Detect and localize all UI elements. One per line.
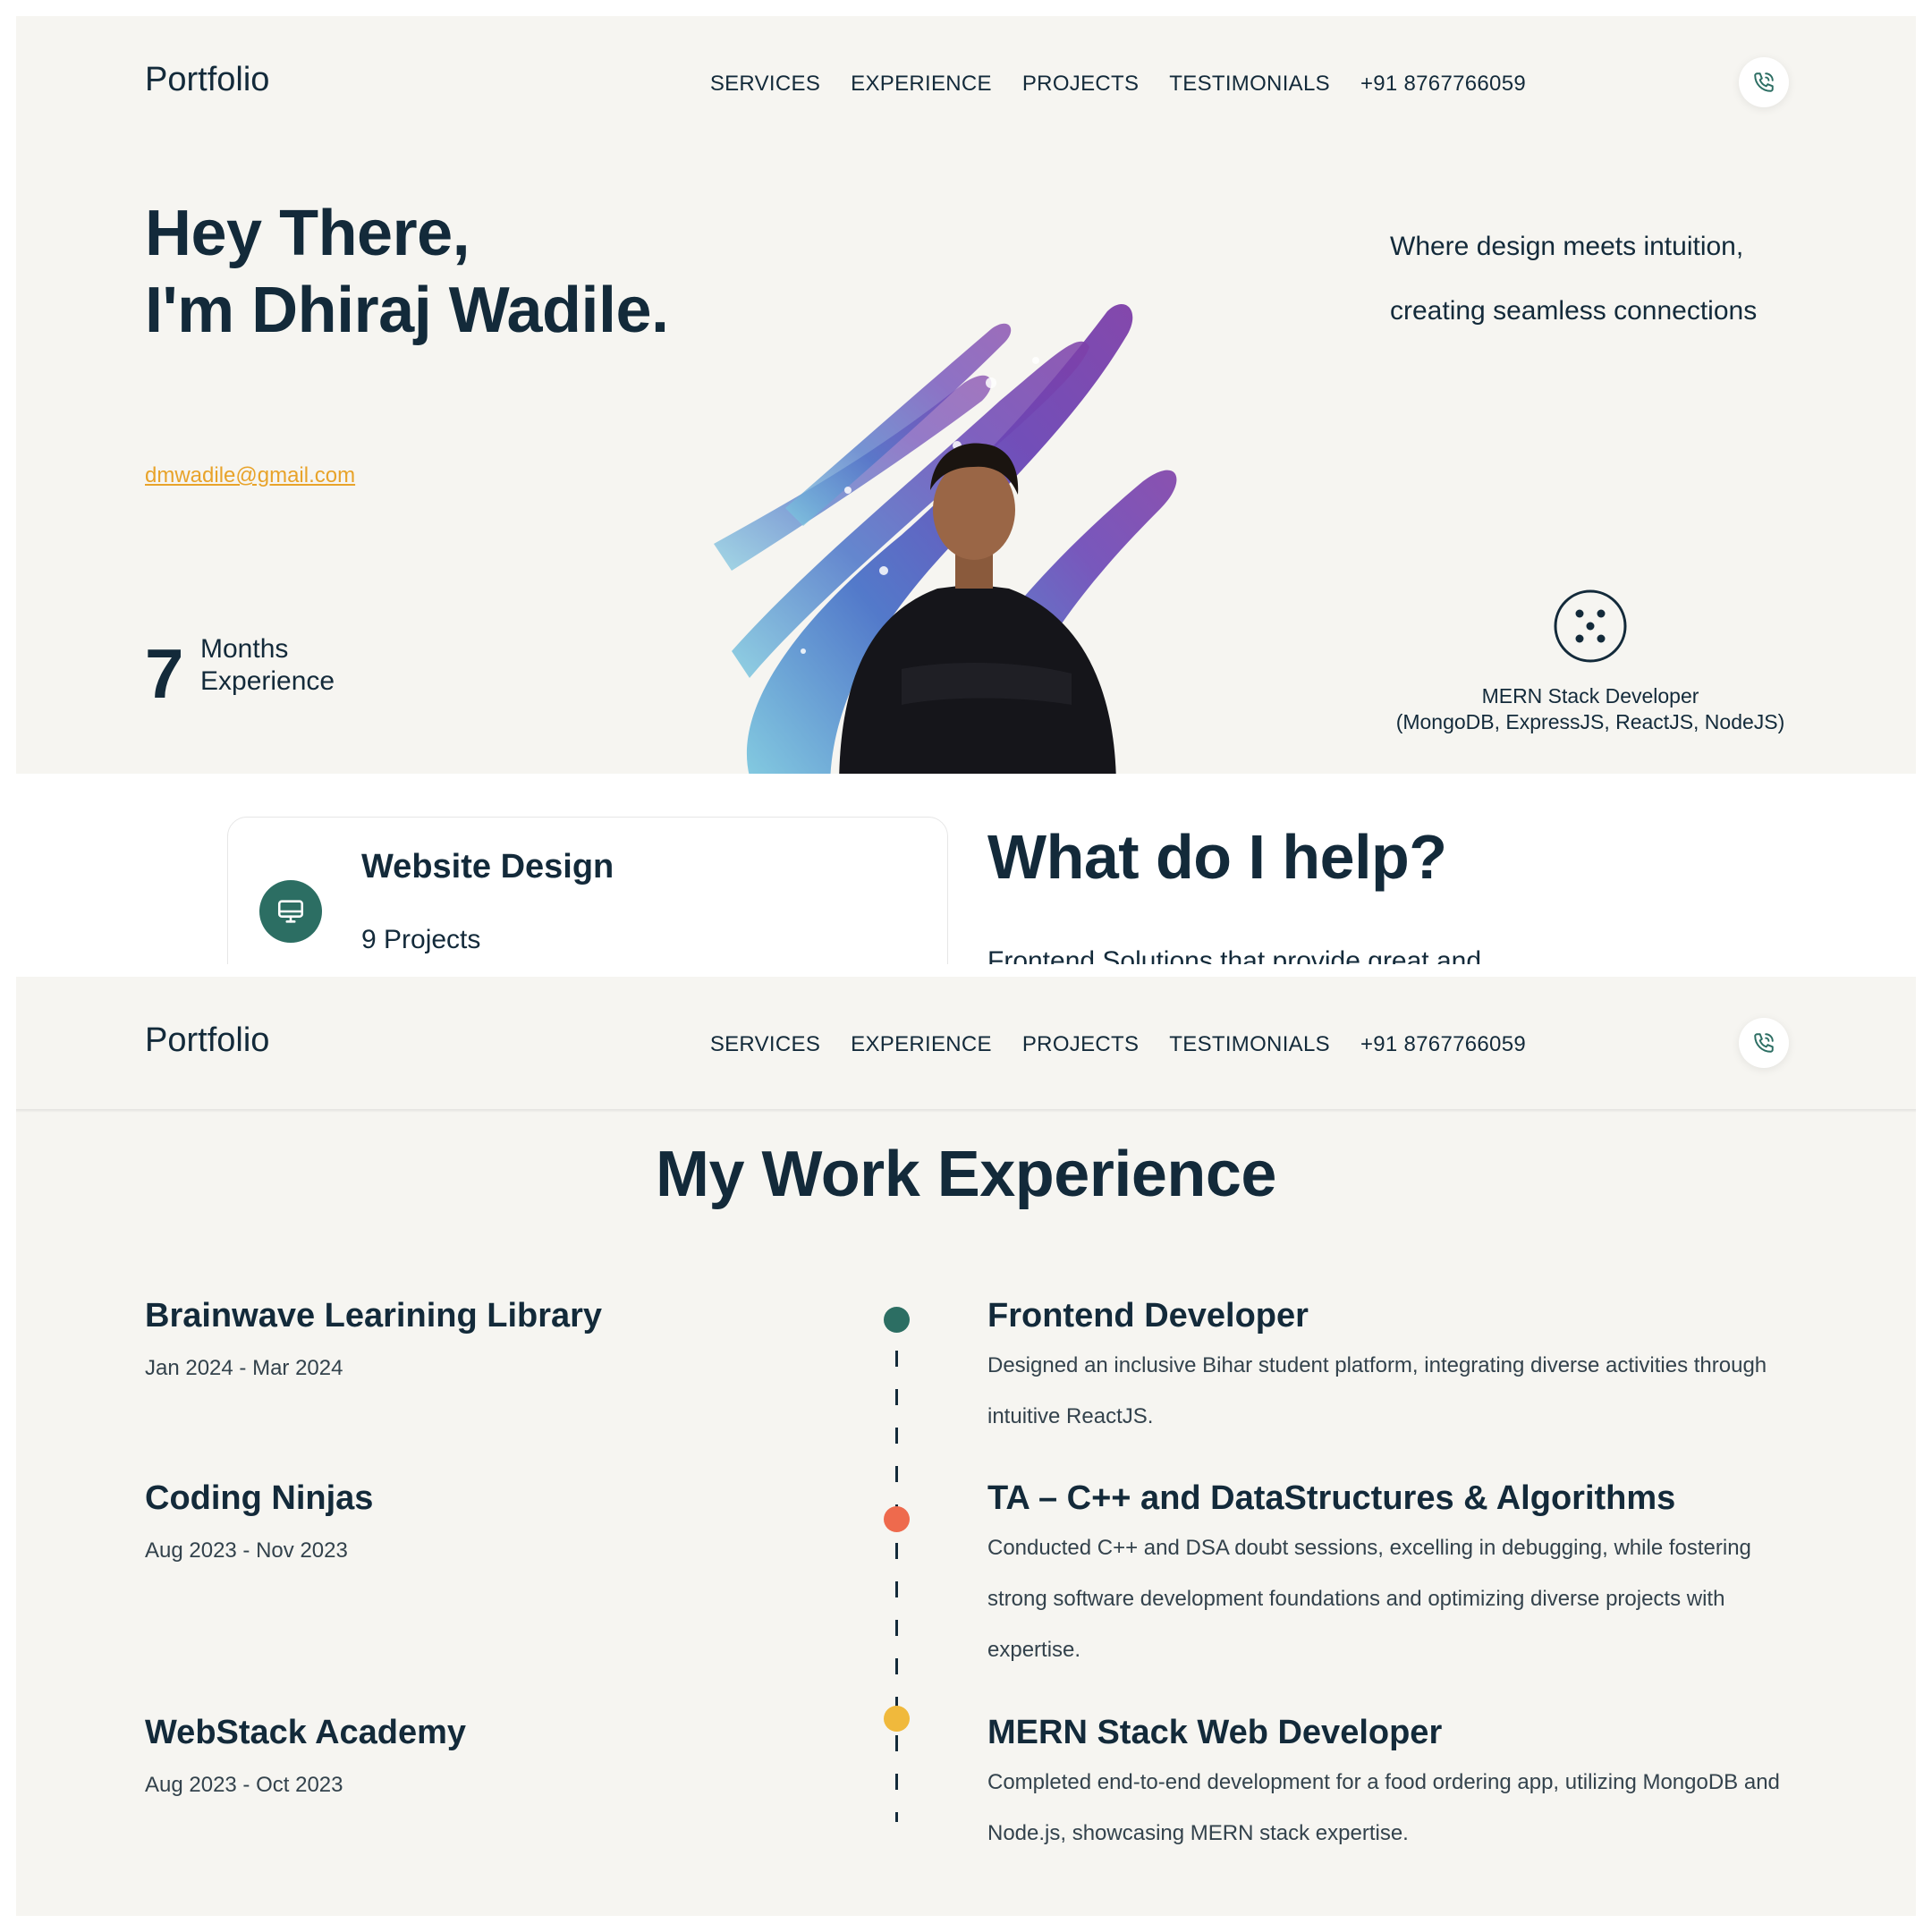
phone-button[interactable]	[1739, 1018, 1789, 1068]
experience-role: Frontend Developer	[987, 1297, 1309, 1335]
phone-button[interactable]	[1739, 57, 1789, 107]
experience-role: MERN Stack Web Developer	[987, 1714, 1443, 1751]
service-title: Website Design	[361, 848, 614, 886]
phone-icon	[1754, 1033, 1774, 1053]
experience-company: WebStack Academy	[145, 1714, 467, 1751]
site-logo[interactable]: Portfolio	[145, 61, 269, 99]
experience-dates: Aug 2023 - Nov 2023	[145, 1538, 348, 1563]
services-subtext: Frontend Solutions that provide great an…	[987, 946, 1482, 964]
experience-company: Coding Ninjas	[145, 1479, 374, 1517]
nav-link-experience[interactable]: EXPERIENCE	[851, 72, 992, 97]
experience-description: Conducted C++ and DSA doubt sessions, ex…	[987, 1536, 1751, 1662]
timeline-dot	[884, 1307, 910, 1333]
service-card[interactable]	[227, 817, 948, 964]
role-description: MERN Stack Developer (MongoDB, ExpressJS…	[1358, 683, 1823, 735]
timeline-line	[895, 1312, 898, 1822]
service-icon-badge	[259, 880, 322, 943]
experience-dates: Jan 2024 - Mar 2024	[145, 1356, 343, 1380]
experience-description: Designed an inclusive Bihar student plat…	[987, 1353, 1767, 1428]
navbar: Portfolio SERVICES EXPERIENCE PROJECTS T…	[16, 16, 1916, 150]
role-stack: (MongoDB, ExpressJS, ReactJS, NodeJS)	[1395, 710, 1785, 733]
experience-company: Brainwave Learining Library	[145, 1297, 603, 1335]
nav-links: SERVICES EXPERIENCE PROJECTS TESTIMONIAL…	[710, 72, 1526, 97]
hero-name: I'm Dhiraj Wadile.	[145, 275, 669, 346]
navbar-divider	[16, 1109, 1916, 1113]
experience-dates: Aug 2023 - Oct 2023	[145, 1773, 343, 1797]
nav-link-services[interactable]: SERVICES	[710, 1032, 820, 1057]
nav-links: SERVICES EXPERIENCE PROJECTS TESTIMONIAL…	[710, 1032, 1526, 1057]
nav-link-testimonials[interactable]: TESTIMONIALS	[1169, 72, 1330, 97]
experience-screenshot: Portfolio SERVICES EXPERIENCE PROJECTS T…	[16, 977, 1916, 1916]
nav-phone-number[interactable]: +91 8767766059	[1360, 72, 1526, 97]
monitor-icon	[277, 900, 304, 923]
experience-role: TA – C++ and DataStructures & Algorithms	[987, 1479, 1676, 1517]
nav-link-testimonials[interactable]: TESTIMONIALS	[1169, 1032, 1330, 1057]
tagline-line-2: creating seamless connections	[1390, 296, 1758, 326]
hero-heading: Hey There, I'm Dhiraj Wadile.	[145, 195, 669, 349]
email-link[interactable]: dmwadile@gmail.com	[145, 463, 355, 488]
dots-circle-icon	[1554, 589, 1627, 663]
nav-phone-number[interactable]: +91 8767766059	[1360, 1032, 1526, 1057]
nav-link-experience[interactable]: EXPERIENCE	[851, 1032, 992, 1057]
service-project-count: 9 Projects	[361, 925, 481, 954]
experience-heading: My Work Experience	[656, 1139, 1276, 1210]
nav-link-projects[interactable]: PROJECTS	[1022, 72, 1139, 97]
tagline-line-1: Where design meets intuition,	[1390, 232, 1744, 261]
profile-portrait	[714, 303, 1177, 789]
experience-label: Months Experience	[200, 633, 335, 698]
timeline-dot	[884, 1706, 910, 1732]
nav-link-services[interactable]: SERVICES	[710, 72, 820, 97]
role-title: MERN Stack Developer	[1481, 684, 1699, 708]
hero-tagline: Where design meets intuition, creating s…	[1390, 215, 1757, 343]
navbar-sticky: Portfolio SERVICES EXPERIENCE PROJECTS T…	[16, 977, 1916, 1111]
site-logo[interactable]: Portfolio	[145, 1021, 269, 1060]
experience-description: Completed end-to-end development for a f…	[987, 1770, 1780, 1845]
hero-greeting: Hey There,	[145, 198, 470, 269]
experience-number: 7	[145, 634, 184, 713]
services-heading: What do I help?	[987, 822, 1447, 892]
phone-icon	[1754, 72, 1774, 92]
timeline-dot	[884, 1506, 910, 1532]
experience-unit: Months	[200, 634, 289, 664]
hero-screenshot: Portfolio SERVICES EXPERIENCE PROJECTS T…	[16, 16, 1916, 964]
nav-link-projects[interactable]: PROJECTS	[1022, 1032, 1139, 1057]
experience-text: Experience	[200, 666, 335, 696]
